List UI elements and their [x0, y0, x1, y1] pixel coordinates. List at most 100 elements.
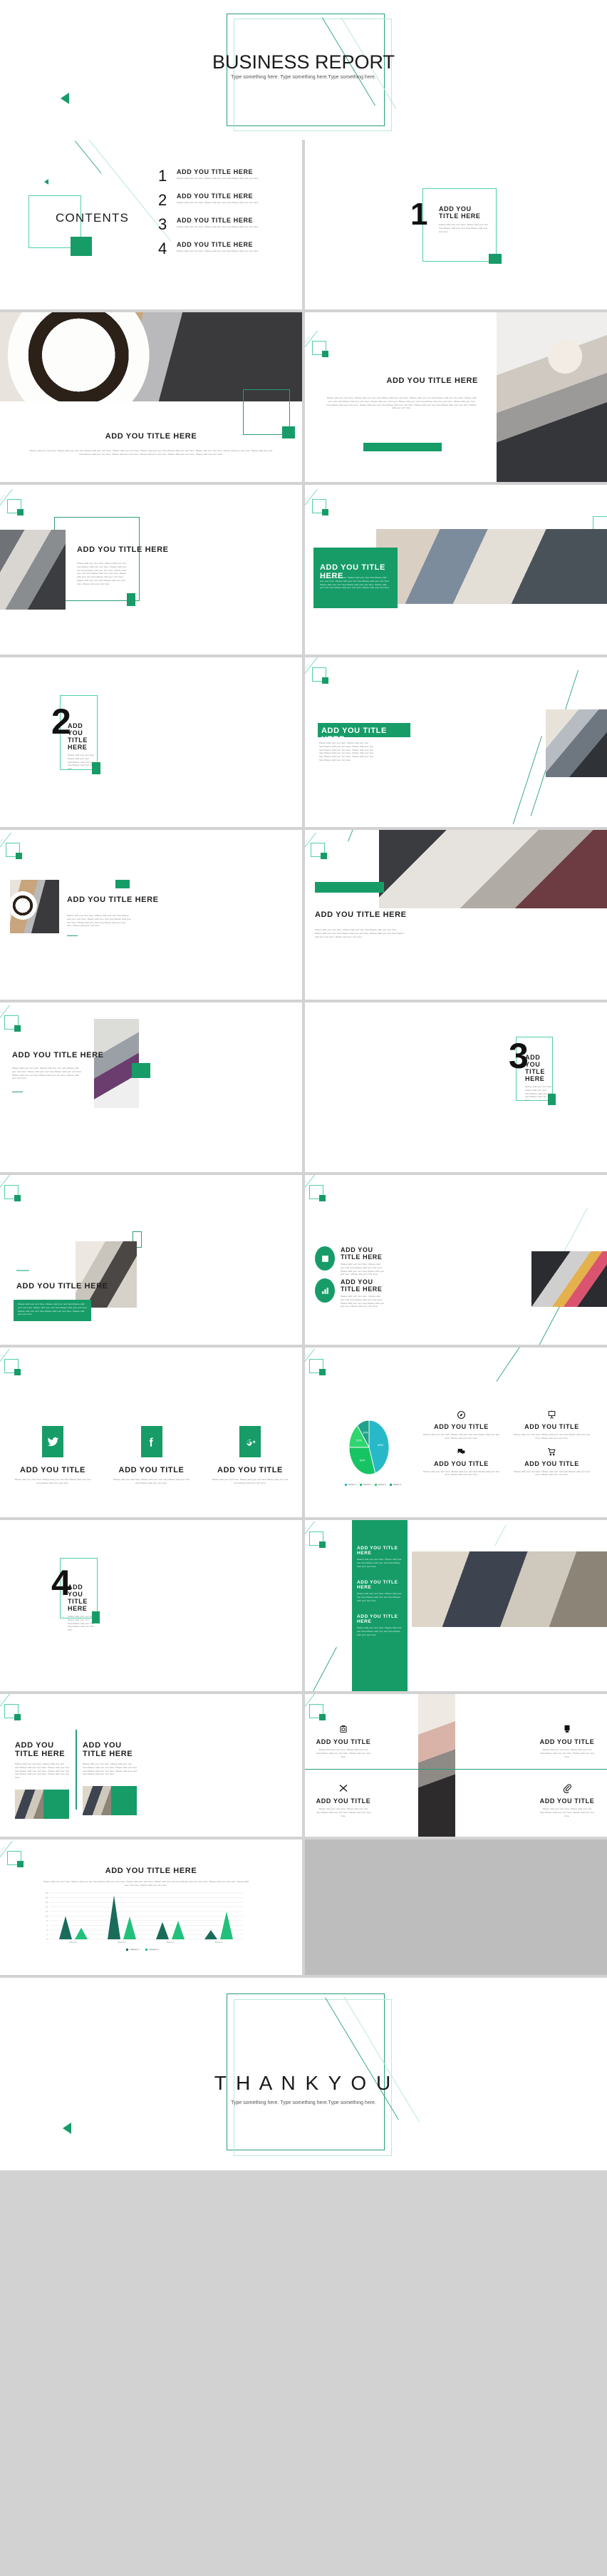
slide-laptop-books: ADD YOU TITLE HERE Please Add your text … — [0, 485, 302, 655]
feature-title: ADD YOU TITLE — [316, 1797, 371, 1805]
photo-notebook-hands — [379, 830, 607, 908]
list-item[interactable]: ADD YOU TITLE HERE Please Add your text … — [357, 1546, 403, 1568]
list-item[interactable]: ADD YOU TITLE HERE Please Add your text … — [15, 1741, 69, 1819]
column-divider — [76, 1730, 77, 1810]
contents-item-title: ADD YOU TITLE HERE — [177, 241, 254, 248]
green-list-panel: ADD YOU TITLE HERE Please Add your text … — [352, 1520, 408, 1691]
feature-body: Please Add your text here. Please Add yo… — [514, 1469, 590, 1477]
accent-bar — [315, 882, 384, 893]
list-item[interactable]: ADD YOU TITLE HERE Please Add your text … — [315, 1246, 385, 1276]
slide-contents: CONTENTS 1 ADD YOU TITLE HERE Please Add… — [0, 140, 302, 309]
list-item[interactable]: ADD YOU TITLE Please Add your text here.… — [420, 1447, 502, 1477]
slide-social-tiles: ADD YOU TITLE Please Add your text here.… — [0, 1348, 302, 1517]
slide-blank-placeholder — [305, 1839, 607, 1975]
list-item[interactable]: ADD YOU TITLE Please Add your text here.… — [110, 1426, 194, 1485]
list-item[interactable]: ADD YOU TITLE Please Add your text here.… — [539, 1783, 596, 1817]
pie-legend: Sanson 1 Sanson 2 Sanson 3 Sanson 4 — [345, 1484, 401, 1486]
feature-title: ADD YOU TITLE — [539, 1797, 595, 1805]
svg-text:45%: 45% — [378, 1443, 383, 1447]
section-accent-square — [548, 1094, 556, 1105]
section-accent-square — [489, 254, 502, 264]
social-title: ADD YOU TITLE — [118, 1466, 185, 1474]
list-item[interactable]: ADD YOU TITLE Please Add your text here.… — [420, 1410, 502, 1440]
svg-text:Sanson 3: Sanson 3 — [166, 1941, 175, 1944]
slide-body: Please Add your text here. Please Add yo… — [12, 1067, 82, 1080]
list-item[interactable]: 1 ADD YOU TITLE HERE Please Add your tex… — [158, 168, 294, 184]
svg-text:8: 8 — [47, 1919, 48, 1922]
photo-coffee-keyboard — [0, 312, 302, 401]
diagonal-accent — [564, 1208, 588, 1253]
slide-title: ADD YOU TITLE HERE — [386, 376, 478, 385]
slide-green-list-photo: ADD YOU TITLE HERE Please Add your text … — [305, 1520, 607, 1691]
svg-text:Sanson 1: Sanson 1 — [69, 1941, 78, 1944]
list-item[interactable]: ADD YOU TITLE Please Add your text here.… — [315, 1783, 372, 1817]
card-title: ADD YOU TITLE HERE — [15, 1741, 66, 1758]
cover-title: BUSINESS REPORT — [212, 51, 395, 73]
slide-sketch-right: ADD YOU TITLE HERE Please Add your text … — [0, 1002, 302, 1172]
photo-coffee-laptop — [10, 880, 59, 933]
list-item[interactable]: ADD YOU TITLE Please Add your text here.… — [511, 1410, 593, 1440]
slide-cover: BUSINESS REPORT Type something here. Typ… — [0, 0, 607, 140]
pie-chart: 45% 30% 15% 10% Sanson 1 Sanson 2 Sanson 3 San… — [345, 1417, 401, 1486]
slide-two-column-cards: ADD YOU TITLE HERE Please Add your text … — [0, 1694, 302, 1837]
list-item[interactable]: ADD YOU TITLE Please Add your text here.… — [539, 1724, 596, 1758]
list-item[interactable]: ADD YOU TITLE Please Add your text here.… — [315, 1724, 372, 1758]
content-frame — [54, 517, 140, 601]
monitor-icon — [539, 1724, 596, 1734]
svg-text:20: 20 — [46, 1892, 48, 1894]
diagonal-accent-2 — [512, 736, 542, 824]
photo-imac-hands — [546, 709, 607, 777]
svg-text:10%: 10% — [363, 1431, 368, 1435]
list-item[interactable]: ADD YOU TITLE HERE Please Add your text … — [83, 1741, 137, 1816]
legend-entry: Category 2 — [145, 1948, 159, 1951]
list-item[interactable]: ADD YOU TITLE Please Add your text here.… — [11, 1426, 95, 1485]
diagonal-accent-2 — [313, 1647, 337, 1691]
item-title: ADD YOU TITLE HERE — [357, 1614, 398, 1624]
list-item[interactable]: ADD YOU TITLE HERE Please Add your text … — [357, 1580, 403, 1602]
item-body: Please Add your text here. Please Add yo… — [357, 1558, 402, 1568]
accent-bar — [363, 443, 442, 451]
list-item[interactable]: ADD YOU TITLE Please Add your text here.… — [511, 1447, 593, 1477]
diagonal-accent — [494, 1524, 507, 1546]
list-item[interactable]: ADD YOU TITLE HERE Please Add your text … — [357, 1614, 403, 1636]
svg-text:15%: 15% — [356, 1438, 362, 1442]
diagonal-accent — [496, 1348, 541, 1382]
speech-bubbles-icon — [420, 1447, 502, 1457]
compass-icon — [420, 1410, 502, 1420]
accent-bar — [115, 880, 130, 888]
slide-title: ADD YOU TITLE HERE — [16, 1282, 108, 1290]
slide-section-4: 4 ADD YOU TITLE HERE Please Add your tex… — [0, 1520, 302, 1691]
list-item[interactable]: ADD YOU TITLE HERE Please Add your text … — [315, 1278, 385, 1308]
contents-item-number: 4 — [158, 240, 167, 257]
cover-subtitle: Type something here. Type something here… — [231, 75, 376, 80]
slide-row-4: 2 ADD YOU TITLE HERE Please Add your tex… — [0, 657, 607, 827]
google-plus-icon — [239, 1426, 261, 1457]
card-title: ADD YOU TITLE HERE — [83, 1741, 133, 1758]
slide-window-laptop: ADD YOU TITLE HERE Please Add your text … — [0, 1175, 302, 1345]
feature-title: ADD YOU TITLE — [524, 1459, 579, 1467]
slide-row-5: ADD YOU TITLE HERE Please Add your text … — [0, 830, 607, 1000]
feature-body: Please Add your text here. Please Add yo… — [316, 1807, 370, 1817]
feature-body: Please Add your text here. Please Add yo… — [514, 1433, 590, 1440]
feature-body: Please Add your text here. Please Add yo… — [423, 1433, 499, 1440]
slide-row-3: ADD YOU TITLE HERE Please Add your text … — [0, 485, 607, 655]
slide-body: Please Add your text here. Please Add yo… — [315, 928, 404, 938]
accent-square — [127, 593, 135, 606]
feature-body: Please Add your text here. Please Add yo… — [423, 1469, 499, 1477]
contents-item-title: ADD YOU TITLE HERE — [177, 217, 254, 224]
contents-item-body: Please Add your text here. Please Add yo… — [177, 250, 259, 252]
feature-title: ADD YOU TITLE — [539, 1738, 595, 1745]
slide-row-6: ADD YOU TITLE HERE Please Add your text … — [0, 1002, 607, 1172]
feature-body: Please Add your text here. Please Add yo… — [540, 1748, 594, 1758]
slide-body: Please Add your text here. Please Add yo… — [67, 914, 131, 928]
svg-text:18: 18 — [46, 1897, 48, 1899]
svg-text:Sanson 4: Sanson 4 — [214, 1941, 223, 1944]
section-title: ADD YOU TITLE HERE — [439, 205, 481, 220]
legend-entry: Sanson 2 — [359, 1484, 371, 1486]
list-item[interactable]: 3 ADD YOU TITLE HERE Please Add your tex… — [158, 217, 294, 232]
list-item[interactable]: 2 ADD YOU TITLE HERE Please Add your tex… — [158, 193, 294, 208]
list-item[interactable]: 4 ADD YOU TITLE HERE Please Add your tex… — [158, 241, 294, 257]
list-item[interactable]: ADD YOU TITLE Please Add your text here.… — [208, 1426, 292, 1485]
slide-section-3: 3 ADD YOU TITLE HERE Please Add your tex… — [305, 1002, 607, 1172]
closing-title: T H A N K Y O U — [214, 2072, 393, 2094]
